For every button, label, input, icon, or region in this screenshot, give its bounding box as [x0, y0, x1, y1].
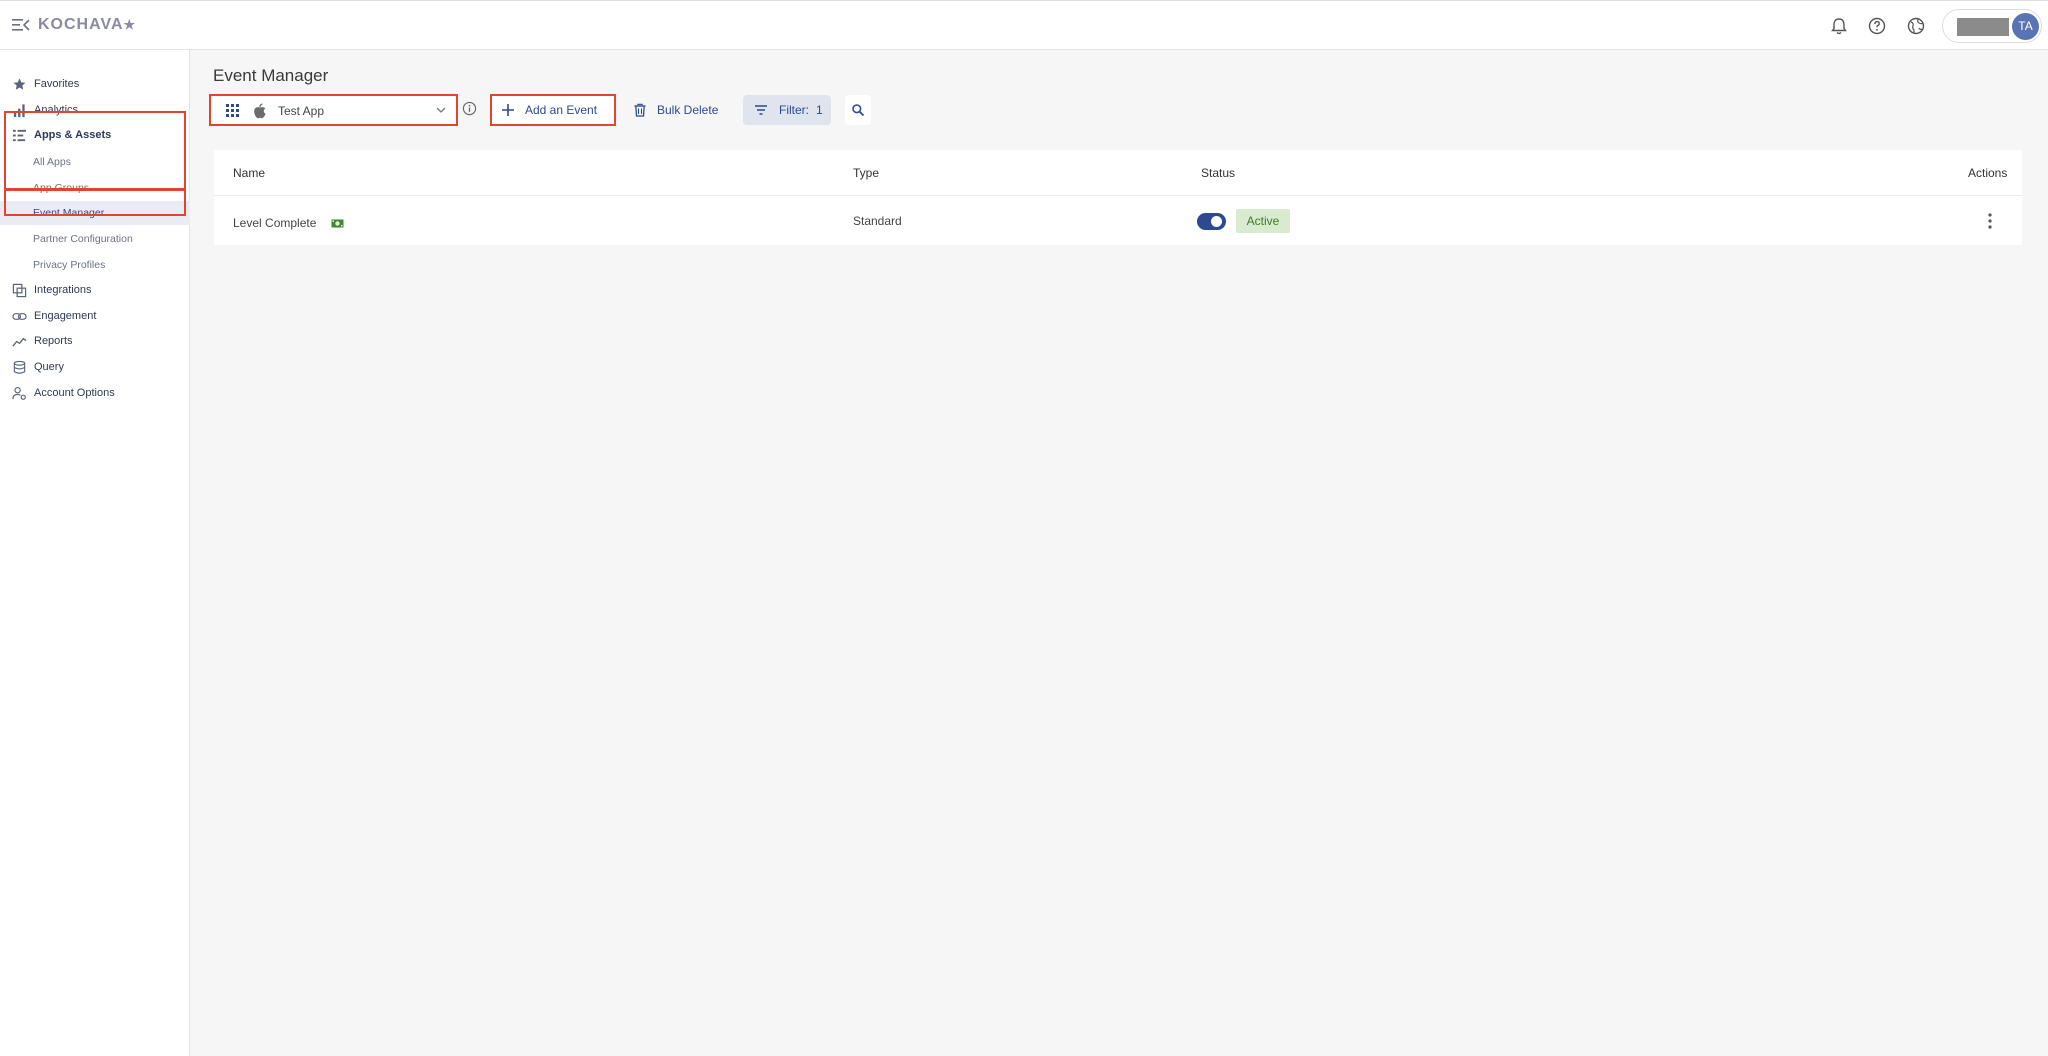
sidebar-item-label: Query	[34, 361, 64, 373]
highlight-box-event-manager	[4, 189, 186, 216]
account-settings-icon	[12, 387, 26, 400]
event-type: Standard	[853, 214, 902, 228]
header-divider	[214, 195, 2022, 196]
column-header-name[interactable]: Name	[233, 166, 265, 180]
search-icon	[852, 104, 865, 117]
account-menu[interactable]: TA	[1942, 9, 2042, 43]
globe-icon[interactable]	[1906, 16, 1926, 36]
sidebar-subitem-partner-configuration[interactable]: Partner Configuration	[0, 227, 190, 251]
status-badge: Active	[1236, 209, 1290, 233]
sidebar: Favorites Analytics Apps & Assets All Ap…	[0, 50, 190, 1056]
sidebar-subitem-label: Partner Configuration	[33, 233, 133, 245]
sidebar-subitem-label: Privacy Profiles	[33, 259, 106, 271]
bulk-delete-button[interactable]: Bulk Delete	[630, 95, 730, 125]
sidebar-item-engagement[interactable]: Engagement	[0, 305, 190, 329]
sidebar-item-label: Favorites	[34, 78, 80, 90]
avatar[interactable]: TA	[2012, 13, 2039, 40]
sidebar-item-reports[interactable]: Reports	[0, 330, 190, 354]
top-bar: KOCHAVA★ TA	[0, 0, 2048, 50]
sidebar-item-label: Engagement	[34, 310, 97, 322]
filter-icon	[755, 105, 767, 115]
sidebar-item-account-options[interactable]: Account Options	[0, 382, 190, 406]
brand-star: ★	[123, 17, 137, 32]
sidebar-item-integrations[interactable]: Integrations	[0, 279, 190, 303]
filter-count: 1	[816, 103, 823, 117]
cash-icon	[331, 219, 344, 228]
events-table: Name Type Status Actions Level Complete …	[214, 150, 2022, 245]
event-name[interactable]: Level Complete	[233, 216, 316, 230]
sidebar-item-label: Account Options	[34, 387, 115, 399]
sidebar-item-favorites[interactable]: Favorites	[0, 73, 190, 97]
sidebar-subitem-privacy-profiles[interactable]: Privacy Profiles	[0, 253, 190, 277]
info-icon[interactable]	[462, 101, 477, 116]
account-name-redacted	[1957, 18, 2009, 36]
trend-icon	[12, 337, 27, 347]
trash-icon	[634, 103, 646, 117]
brand-name: KOCHAVA	[38, 16, 124, 33]
link-icon	[12, 313, 27, 320]
sidebar-item-label: Integrations	[34, 284, 92, 296]
collapse-menu-icon[interactable]	[12, 17, 30, 33]
highlight-box-add-event	[490, 94, 616, 126]
bell-icon[interactable]	[1829, 16, 1849, 36]
sidebar-item-label: Reports	[34, 335, 73, 347]
search-button[interactable]	[845, 95, 871, 125]
highlight-box-app-selector	[209, 94, 458, 126]
help-icon[interactable]	[1867, 16, 1887, 36]
bulk-delete-label: Bulk Delete	[657, 103, 719, 117]
brand-logo[interactable]: KOCHAVA★	[38, 16, 136, 34]
filter-label: Filter:	[779, 103, 809, 117]
column-header-type[interactable]: Type	[853, 166, 879, 180]
toggle-knob	[1211, 216, 1222, 227]
event-enabled-toggle[interactable]	[1197, 213, 1226, 230]
copy-icon	[12, 283, 27, 298]
page-title: Event Manager	[213, 66, 329, 85]
highlight-box-apps-assets	[4, 111, 186, 190]
star-icon	[13, 78, 26, 90]
column-header-status[interactable]: Status	[1201, 166, 1235, 180]
column-header-actions: Actions	[1968, 166, 2008, 180]
more-actions-icon[interactable]	[1987, 212, 1993, 230]
filter-button[interactable]: Filter: 1	[743, 95, 831, 125]
database-icon	[13, 360, 26, 374]
sidebar-item-query[interactable]: Query	[0, 356, 190, 380]
